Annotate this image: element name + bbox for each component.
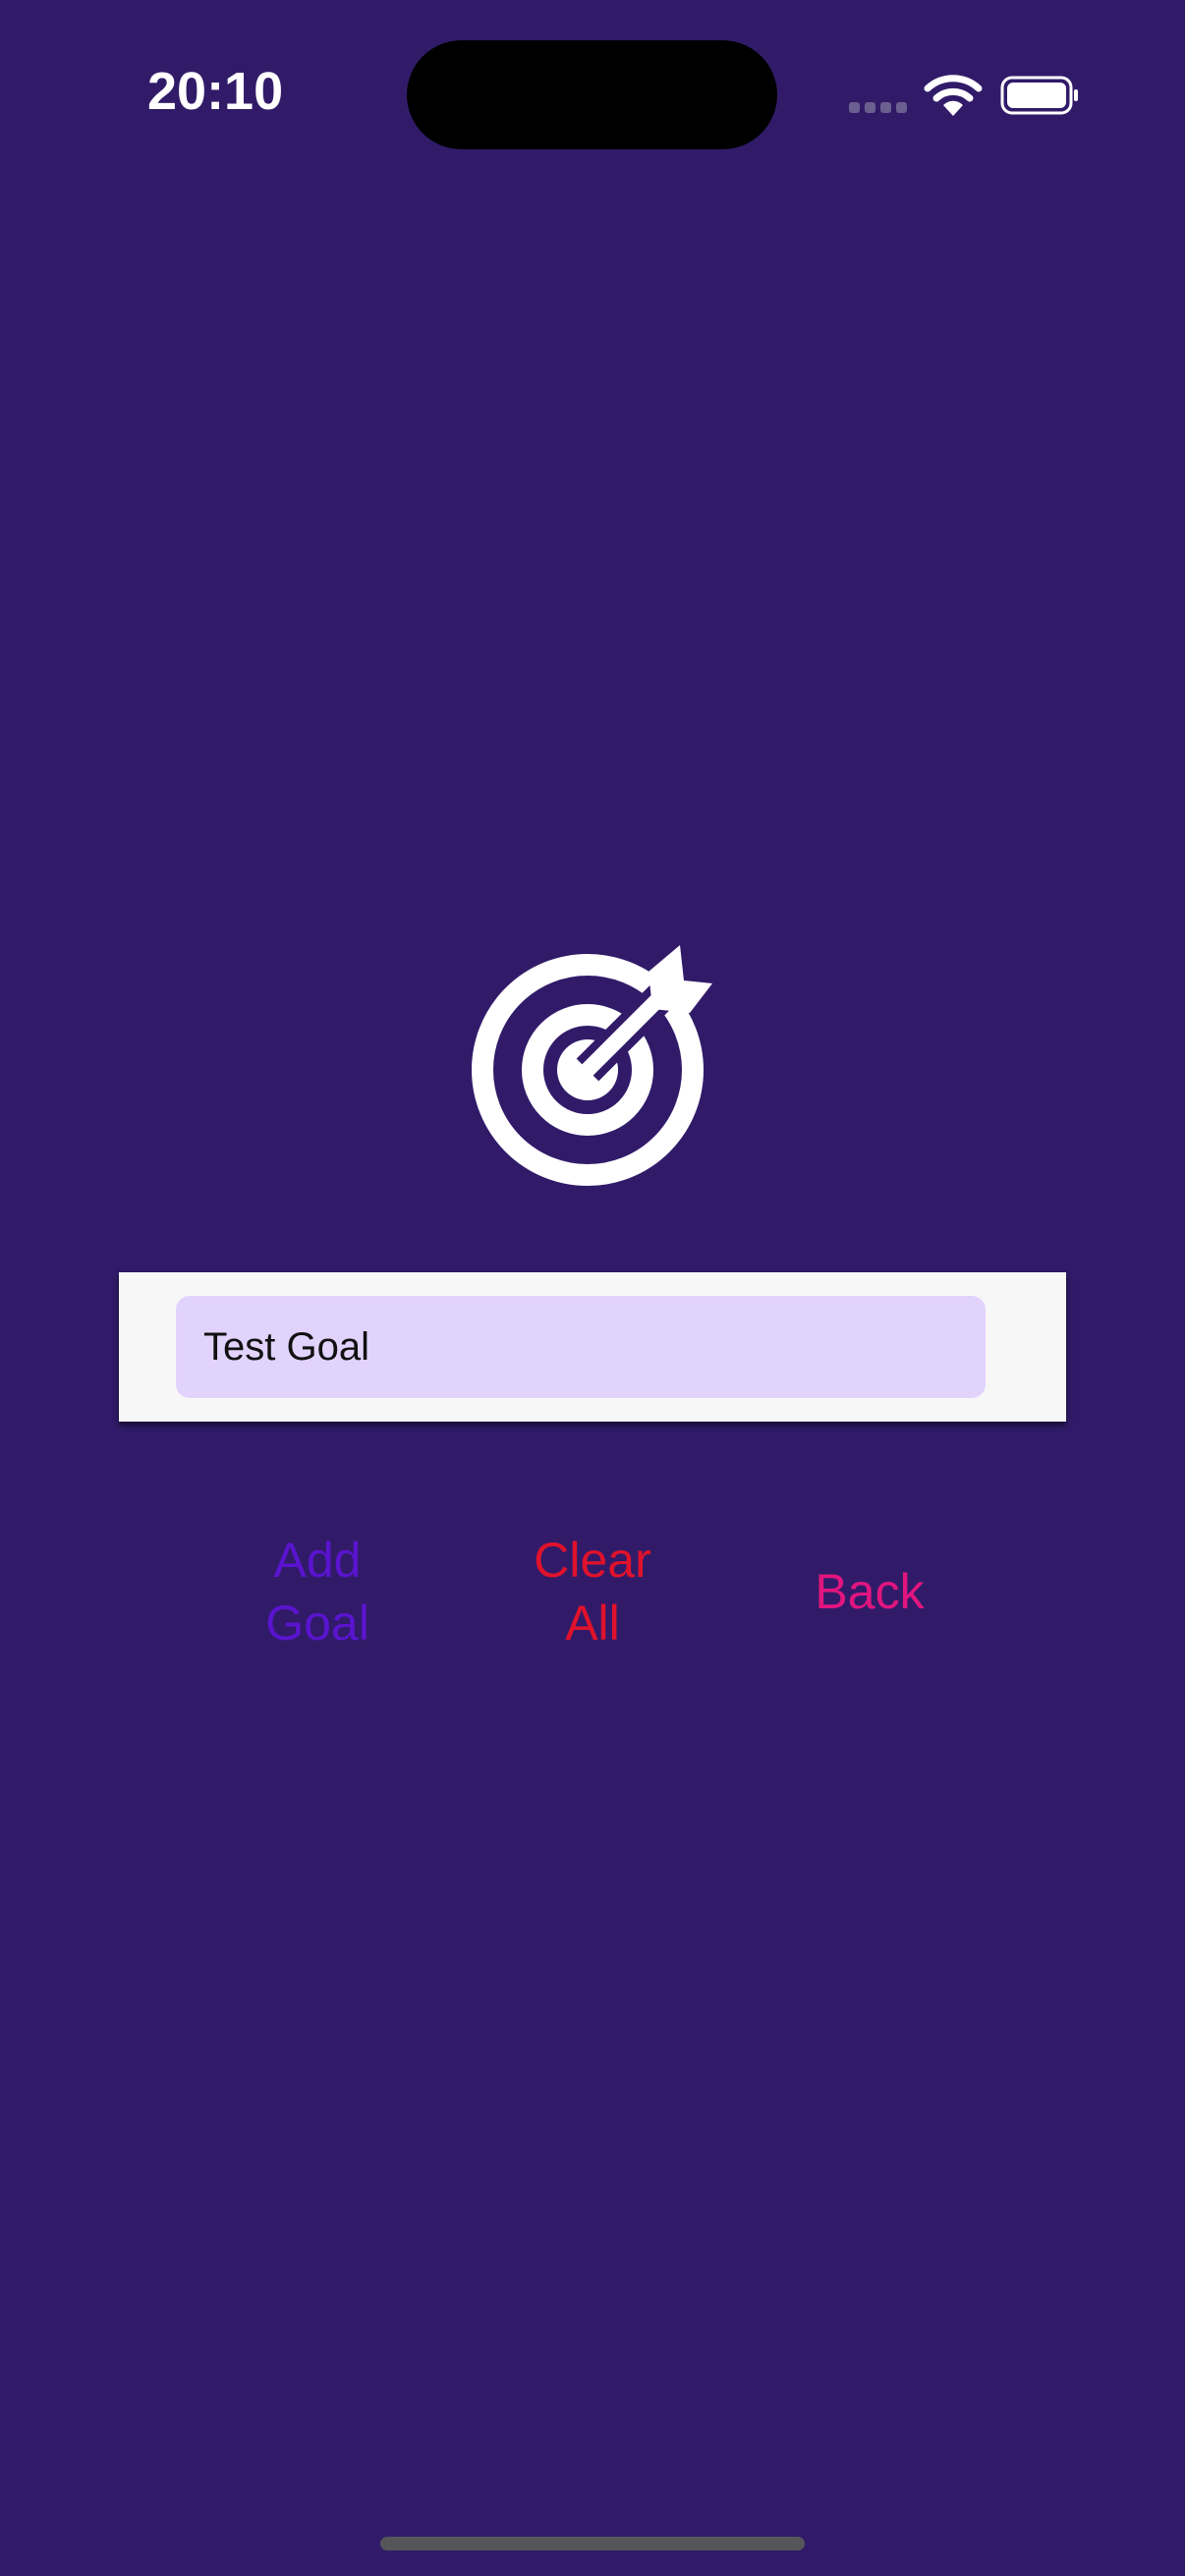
clear-all-label-line1: Clear <box>534 1533 651 1588</box>
clear-all-button[interactable]: Clear All <box>489 1528 696 1655</box>
back-label: Back <box>815 1564 925 1619</box>
dynamic-island <box>407 40 777 149</box>
add-goal-button[interactable]: Add Goal <box>214 1528 421 1655</box>
goal-input[interactable] <box>176 1296 986 1398</box>
add-goal-label-line1: Add <box>273 1533 362 1588</box>
target-arrow-icon <box>462 938 717 1194</box>
add-goal-label-line2: Goal <box>265 1596 369 1651</box>
goal-card <box>119 1272 1066 1422</box>
clear-all-label-line2: All <box>565 1596 620 1651</box>
wifi-icon <box>924 75 983 116</box>
battery-icon <box>1000 76 1078 115</box>
back-button[interactable]: Back <box>776 1528 963 1655</box>
status-bar: 20:10 <box>0 0 1185 196</box>
cellular-signal-icon <box>849 102 908 116</box>
status-time: 20:10 <box>147 62 284 121</box>
home-indicator[interactable] <box>380 2537 805 2550</box>
